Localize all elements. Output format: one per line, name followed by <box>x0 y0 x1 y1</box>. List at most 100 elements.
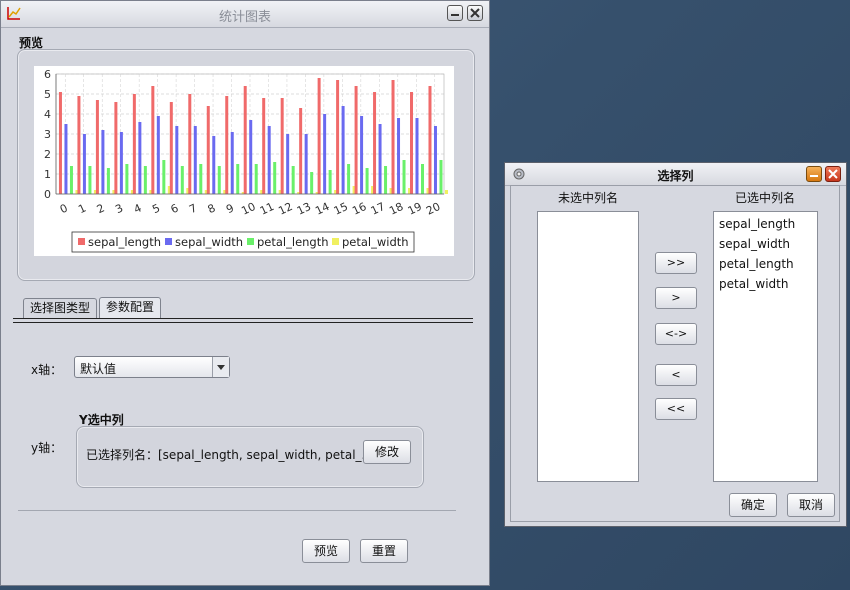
bar <box>106 168 110 194</box>
bar <box>77 96 81 194</box>
legend-label: sepal_length <box>88 235 161 249</box>
main-titlebar[interactable]: 统计图表 <box>1 1 489 28</box>
x-tick-label: 3 <box>113 201 125 216</box>
bar <box>354 86 358 194</box>
main-window: 统计图表 预览 0 1 2 3 4 5 6 0 1 2 3 4 5 6 7 8 9 10 11 12 13 14 15 16 1… <box>0 0 490 586</box>
bar <box>114 102 118 194</box>
bar <box>384 166 388 194</box>
bar <box>267 126 271 194</box>
bar <box>212 136 216 194</box>
bar <box>125 164 129 194</box>
main-window-title: 统计图表 <box>218 10 271 25</box>
bar <box>225 96 229 194</box>
x-tick-label: 17 <box>369 200 387 218</box>
x-tick-label: 4 <box>132 201 144 216</box>
preview-panel: 0 1 2 3 4 5 6 0 1 2 3 4 5 6 7 8 9 10 11 12 13 14 15 16 17 18 19 20 s… <box>17 49 475 281</box>
bar <box>132 94 136 194</box>
x-tick-label: 6 <box>169 201 181 216</box>
x-tick-label: 12 <box>276 200 294 218</box>
bar <box>143 166 147 194</box>
preview-button[interactable]: 预览 <box>302 539 350 563</box>
list-item[interactable]: petal_width <box>714 274 817 294</box>
ok-button[interactable]: 确定 <box>729 493 777 517</box>
list-item[interactable]: sepal_length <box>714 214 817 234</box>
bar-chart: 01234560 1 2 3 4 5 6 7 8 9 10 11 12 13 14 15 16 17 18 19 20s… <box>34 66 454 256</box>
y-tick-label: 3 <box>44 128 51 141</box>
swap-button[interactable]: <-> <box>655 323 697 345</box>
bar <box>286 134 290 194</box>
bar <box>169 102 173 194</box>
bar <box>254 164 258 194</box>
y-tick-label: 0 <box>44 188 51 201</box>
close-icon[interactable] <box>467 5 483 21</box>
cancel-button[interactable]: 取消 <box>787 493 835 517</box>
move-right-button[interactable]: > <box>655 287 697 309</box>
bar <box>415 118 419 194</box>
bar <box>402 160 406 194</box>
bar <box>180 166 184 194</box>
bar <box>291 166 295 194</box>
x-tick-label: 16 <box>350 200 368 218</box>
bar <box>162 160 166 194</box>
x-tick-label: 18 <box>387 200 405 218</box>
bar <box>69 166 73 194</box>
x-tick-label: 11 <box>258 200 276 218</box>
tab-param-config[interactable]: 参数配置 <box>99 297 161 318</box>
x-tick-label: 8 <box>206 201 218 216</box>
bar <box>280 98 284 194</box>
x-tick-label: 14 <box>313 200 331 218</box>
legend-swatch <box>78 238 85 245</box>
y-tick-label: 6 <box>44 68 51 81</box>
dialog-titlebar[interactable]: 选择列 <box>505 163 846 186</box>
unselected-list[interactable] <box>537 211 639 482</box>
bar <box>193 126 197 194</box>
y-selected-text: 已选择列名：[sepal_length, sepal_width, petal_… <box>86 448 373 462</box>
dialog-close-icon[interactable] <box>825 166 841 182</box>
bar <box>230 132 234 194</box>
bar <box>151 86 155 194</box>
x-tick-label: 9 <box>224 201 236 216</box>
y-axis-label: y轴： <box>31 441 63 455</box>
bar <box>421 164 425 194</box>
list-item[interactable]: petal_length <box>714 254 817 274</box>
bar <box>444 190 448 194</box>
bar <box>310 172 314 194</box>
x-tick-label: 5 <box>150 201 162 216</box>
bar <box>64 124 68 194</box>
move-left-button[interactable]: < <box>655 364 697 386</box>
bar <box>199 164 203 194</box>
bar <box>336 80 340 194</box>
bar <box>249 120 253 194</box>
dialog-body: 未选中列名 已选中列名 sepal_length sepal_width pet… <box>510 185 840 522</box>
dialog-minimize-icon[interactable] <box>806 166 822 182</box>
x-tick-label: 2 <box>95 201 107 216</box>
divider <box>18 510 456 511</box>
move-all-left-button[interactable]: << <box>655 398 697 420</box>
unselected-header: 未选中列名 <box>558 191 619 205</box>
y-tick-label: 5 <box>44 88 51 101</box>
legend-swatch <box>332 238 339 245</box>
bar <box>156 116 160 194</box>
tab-chart-type[interactable]: 选择图类型 <box>23 298 97 318</box>
reset-button[interactable]: 重置 <box>360 539 408 563</box>
bar <box>391 80 395 194</box>
bar <box>299 108 303 194</box>
bar <box>341 106 345 194</box>
x-axis-select[interactable]: 默认值 <box>74 356 230 378</box>
bar <box>397 118 401 194</box>
minimize-icon[interactable] <box>447 5 463 21</box>
list-item[interactable]: sepal_width <box>714 234 817 254</box>
x-axis-select-value: 默认值 <box>80 362 117 376</box>
y-tick-label: 4 <box>44 108 51 121</box>
legend-label: petal_length <box>257 235 329 249</box>
bar <box>119 132 123 194</box>
y-tick-label: 1 <box>44 168 51 181</box>
bar <box>323 114 327 194</box>
modify-button[interactable]: 修改 <box>363 440 411 464</box>
selected-list[interactable]: sepal_length sepal_width petal_length pe… <box>713 211 818 482</box>
y-tick-label: 2 <box>44 148 51 161</box>
legend-label: sepal_width <box>175 235 243 249</box>
bar <box>373 92 377 194</box>
move-all-right-button[interactable]: >> <box>655 252 697 274</box>
bar <box>273 162 277 194</box>
